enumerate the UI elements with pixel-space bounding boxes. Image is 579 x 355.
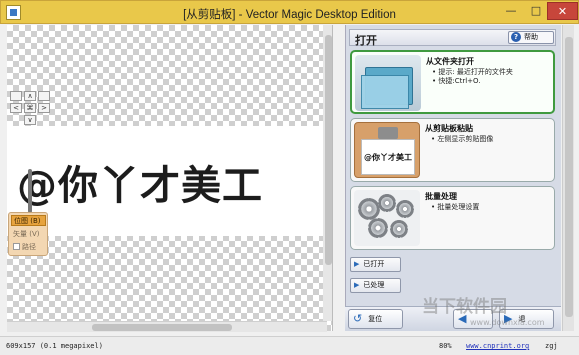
- gears-icon: [354, 190, 420, 246]
- image-dimensions: 609x157 (0.1 megapixel): [6, 342, 103, 350]
- scroll-thumb[interactable]: [92, 324, 232, 331]
- status-bar: 609x157 (0.1 megapixel) 80% www.cnprint.…: [0, 336, 579, 355]
- zoom-level: 80%: [439, 342, 452, 350]
- reset-button[interactable]: ↺ 复位: [348, 309, 403, 329]
- opened-button[interactable]: ▶ 已打开: [350, 257, 401, 272]
- pan-center-button[interactable]: ⌘: [24, 103, 36, 113]
- scroll-thumb[interactable]: [325, 35, 332, 265]
- opened-label: 已打开: [363, 260, 385, 268]
- undo-icon: ↺: [353, 312, 363, 325]
- clipboard-icon: @你丫才美工: [354, 122, 420, 178]
- card-line: • 快捷:Ctrl+O.: [432, 77, 481, 85]
- pan-right-button[interactable]: >: [38, 103, 50, 113]
- card-line: • 左侧显示剪贴图像: [431, 135, 494, 143]
- open-from-folder-card[interactable]: 从文件夹打开 • 提示: 最近打开的文件夹 • 快捷:Ctrl+O.: [350, 50, 555, 114]
- pan-left-button[interactable]: <: [10, 103, 22, 113]
- panel-header: 打开 ? 帮助: [349, 29, 556, 47]
- mode-paths-label: 路径: [22, 243, 36, 251]
- website-link[interactable]: www.cnprint.org: [466, 337, 529, 355]
- minimize-button[interactable]: —: [498, 2, 524, 20]
- play-icon: ▶: [354, 281, 360, 289]
- version-label: zgj: [545, 342, 558, 350]
- play-icon: ▶: [354, 260, 360, 268]
- panel-scrollbar[interactable]: [562, 25, 574, 331]
- processed-button[interactable]: ▶ 已处理: [350, 278, 401, 293]
- pin-mark: [28, 169, 32, 213]
- pan-down-button[interactable]: ∨: [24, 115, 36, 125]
- zoom-fit-button[interactable]: [38, 91, 50, 101]
- close-button[interactable]: ✕: [547, 2, 578, 20]
- mode-bitmap[interactable]: 位图 (B): [11, 215, 46, 226]
- card-title: 从剪贴板粘贴: [425, 124, 473, 133]
- clipboard-image: @你丫才美工: [17, 163, 263, 209]
- help-icon: ?: [511, 32, 521, 42]
- clipboard-clamp: [378, 127, 398, 139]
- card-title: 从文件夹打开: [426, 57, 474, 66]
- folder-icon: [355, 55, 421, 111]
- title-bar: [从剪贴板] - Vector Magic Desktop Edition — …: [0, 0, 579, 24]
- pan-up-button[interactable]: ∧: [24, 91, 36, 101]
- help-label: 帮助: [524, 33, 538, 41]
- paths-checkbox[interactable]: [13, 243, 20, 250]
- window-title: [从剪贴板] - Vector Magic Desktop Edition: [183, 9, 396, 21]
- paste-from-clipboard-card[interactable]: @你丫才美工 从剪贴板粘贴 • 左侧显示剪贴图像: [350, 118, 555, 182]
- card-line: • 批量处理设置: [431, 203, 480, 211]
- maximize-button[interactable]: □: [523, 2, 549, 20]
- clipboard-thumb-text: @你丫才美工: [361, 139, 415, 175]
- scroll-thumb[interactable]: [565, 37, 573, 317]
- mode-vector[interactable]: 矢量 (V): [11, 229, 46, 240]
- mode-paths[interactable]: 路径: [11, 242, 46, 253]
- card-title: 批量处理: [425, 192, 457, 201]
- image-canvas[interactable]: @你丫才美工 ∧ < ⌘ > ∨: [7, 25, 333, 331]
- watermark: 当下软件园: [422, 297, 507, 317]
- watermark-url: www.downxia.com: [470, 318, 545, 327]
- help-button[interactable]: ? 帮助: [508, 31, 554, 44]
- reset-label: 复位: [368, 315, 383, 323]
- view-mode-panel: 位图 (B) 矢量 (V) 路径: [8, 212, 48, 256]
- panel-title: 打开: [355, 34, 377, 47]
- batch-process-card[interactable]: 批量处理 • 批量处理设置: [350, 186, 555, 250]
- zoom-in-button[interactable]: [10, 91, 22, 101]
- processed-label: 已处理: [363, 281, 385, 289]
- canvas-horizontal-scrollbar[interactable]: [7, 321, 327, 332]
- canvas-vertical-scrollbar[interactable]: [323, 25, 332, 321]
